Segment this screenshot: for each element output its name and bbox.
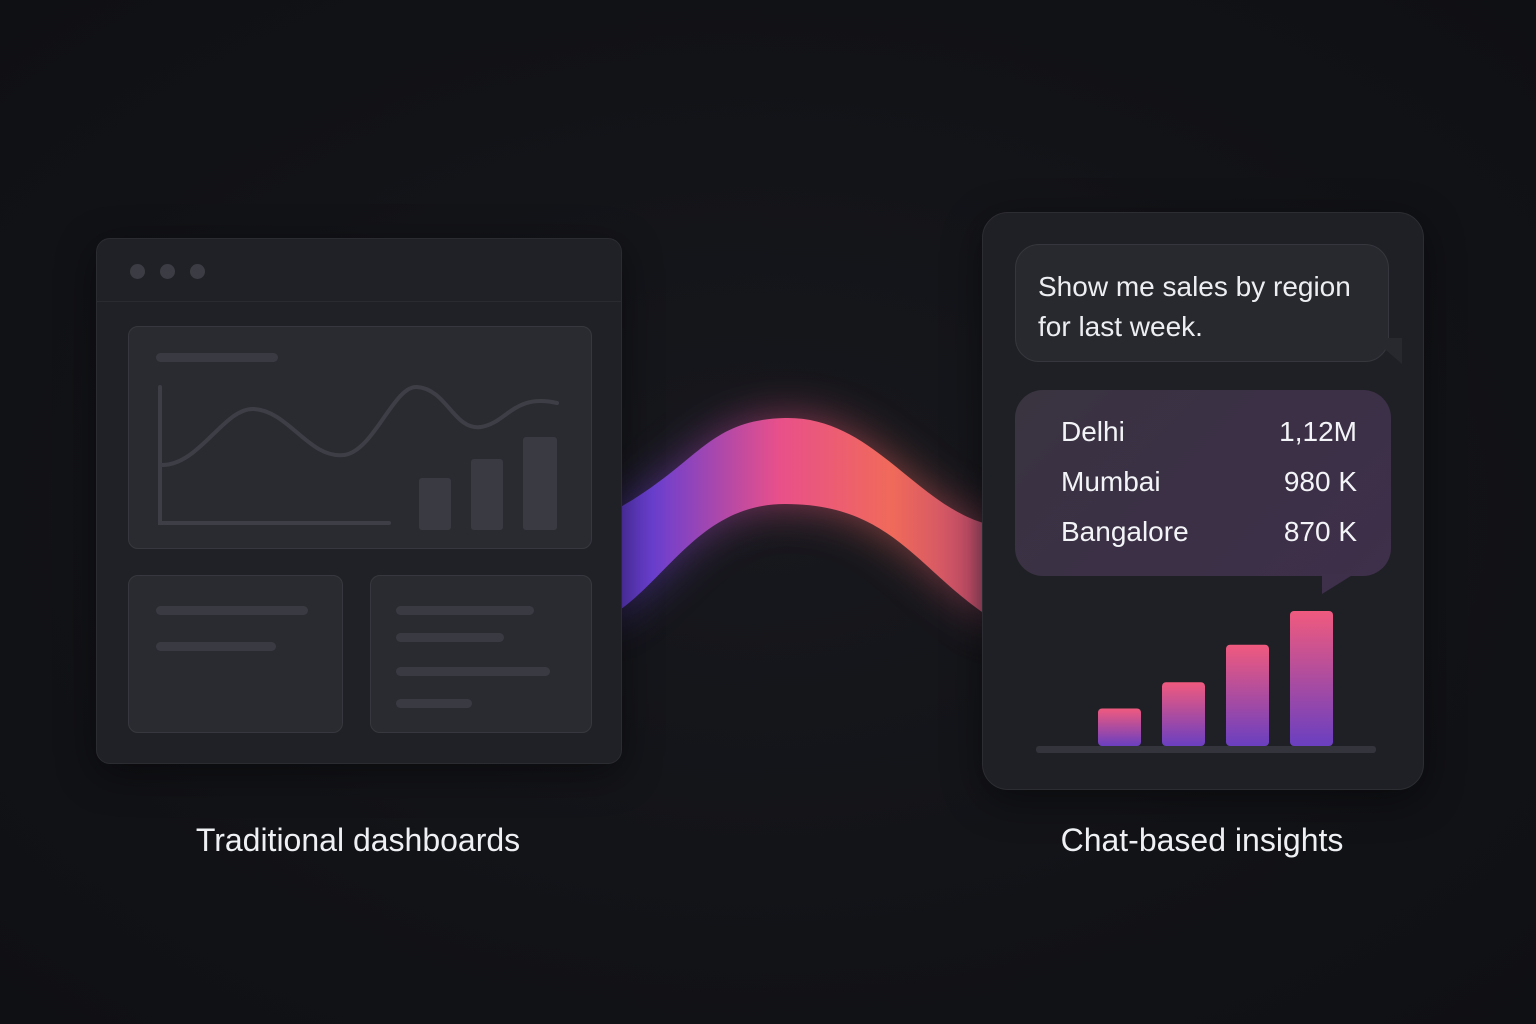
chart-bar-3 [1226,644,1269,746]
sales-bar-chart [1036,611,1376,753]
chart-bar-1 [1098,708,1141,746]
illustration-stage: Traditional dashboards Show me sales by … [0,0,1536,1024]
right-caption: Chat-based insights [1060,822,1344,858]
chart-bar-4 [1290,611,1333,746]
chart-bar-2 [1162,682,1205,746]
chart-baseline [1036,746,1376,753]
